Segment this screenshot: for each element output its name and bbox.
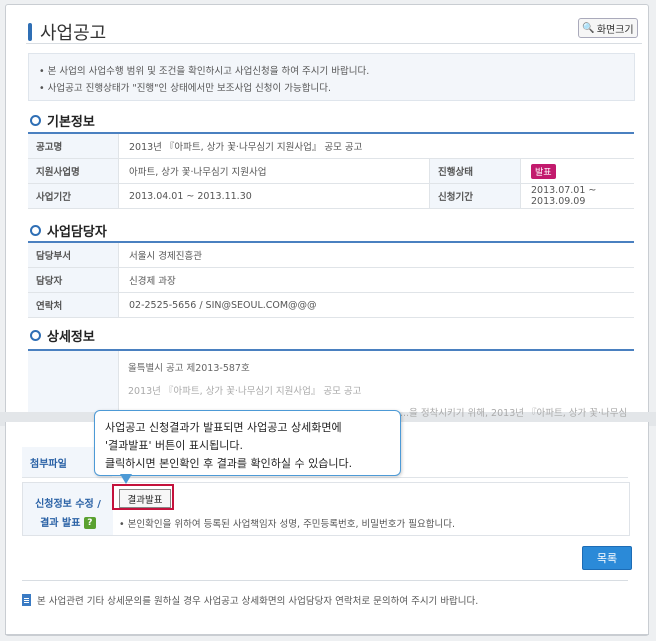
section-circle-icon [30, 330, 41, 341]
section-title-contact: 사업담당자 [30, 221, 107, 240]
notice-line-2: • 사업공고 진행상태가 "진행"인 상태에서만 보조사업 신청이 가능합니다. [39, 83, 331, 94]
detail-line-3: ...을 정착시키기 위해, 2013년 『아파트, 상가 꽃·나무심 [400, 408, 628, 419]
section-circle-icon [30, 115, 41, 126]
table-row: 연락처 02-2525-5656 / SIN@SEOUL.COM@@@ [28, 292, 634, 318]
tooltip-line-1: 사업공고 신청결과가 발표되면 사업공고 상세화면에 [105, 421, 342, 434]
notice-box: • 본 사업의 사업수행 범위 및 조건을 확인하시고 사업신청을 하여 주시기… [28, 53, 635, 101]
detail-line-2: 2013년 『아파트, 상가 꽃·나무심기 지원사업』 공모 공고 [128, 386, 362, 397]
phone-label: 연락처 [28, 292, 119, 318]
tooltip-line-2: '결과발표' 버튼이 표시됩니다. [105, 439, 243, 452]
person-label: 담당자 [28, 267, 119, 293]
period-label: 사업기간 [28, 183, 119, 209]
detail-line-1: 올특별시 공고 제2013-587호 [128, 363, 250, 374]
footer-note: 본 사업관련 기타 상세문의를 원하실 경우 사업공고 상세화면의 사업담당자 … [22, 593, 478, 607]
table-row: 담당자 신경제 과장 [28, 267, 634, 293]
document-icon [22, 594, 31, 606]
page-title-text: 사업공고 [40, 23, 107, 44]
dept-label: 담당부서 [28, 242, 119, 268]
title-mark-icon [28, 23, 32, 41]
table-row: 담당부서 서울시 경제진흥관 [28, 242, 634, 268]
basic-info-table: 공고명 2013년 『아파트, 상가 꽃·나무심기 지원사업』 공모 공고 지원… [28, 132, 634, 209]
period-value: 2013.04.01 ~ 2013.11.30 [118, 183, 430, 209]
apply-period-value: 2013.07.01 ~ 2013.09.09 [520, 183, 634, 209]
result-button[interactable]: 결과발표 [119, 489, 171, 508]
person-value: 신경제 과장 [118, 267, 634, 293]
detail-label-cell [28, 351, 119, 415]
notice-name-label: 공고명 [28, 133, 119, 159]
zoom-button-label: 화면크기 [596, 24, 634, 36]
section-title-detail: 상세정보 [30, 326, 95, 345]
table-row: 지원사업명 아파트, 상가 꽃·나무심기 지원사업 진행상태 발표 [28, 158, 634, 184]
contact-table: 담당부서 서울시 경제진흥관 담당자 신경제 과장 연락처 02-2525-56… [28, 241, 634, 318]
project-value: 아파트, 상가 꽃·나무심기 지원사업 [118, 158, 430, 184]
zoom-button[interactable]: 🔍 화면크기 [578, 18, 638, 38]
tooltip-arrow [120, 474, 132, 484]
apply-label-line1: 신청정보 수정 / [35, 499, 101, 510]
footer-note-text: 본 사업관련 기타 상세문의를 원하실 경우 사업공고 상세화면의 사업담당자 … [37, 596, 479, 607]
magnifier-icon: 🔍 [582, 22, 595, 34]
table-row: 사업기간 2013.04.01 ~ 2013.11.30 신청기간 2013.0… [28, 183, 634, 209]
notice-line-1: • 본 사업의 사업수행 범위 및 조건을 확인하시고 사업신청을 하여 주시기… [39, 66, 370, 77]
status-badge: 발표 [531, 163, 556, 179]
result-tooltip: 사업공고 신청결과가 발표되면 사업공고 상세화면에 '결과발표' 버튼이 표시… [94, 410, 401, 476]
project-label: 지원사업명 [28, 158, 119, 184]
footer-divider [22, 580, 628, 581]
apply-label: 신청정보 수정 / 결과 발표 ? [23, 483, 113, 535]
notice-name-value: 2013년 『아파트, 상가 꽃·나무심기 지원사업』 공모 공고 [118, 133, 634, 159]
apply-note: • 본인확인을 위하여 등록된 사업책임자 성명, 주민등록번호, 비밀번호가 … [119, 519, 455, 530]
apply-label-line2: 결과 발표 ? [23, 514, 113, 529]
list-button[interactable]: 목록 [582, 546, 632, 570]
tooltip-line-3: 클릭하시면 본인확인 후 결과를 확인하실 수 있습니다. [105, 457, 353, 470]
phone-value: 02-2525-5656 / SIN@SEOUL.COM@@@ [118, 292, 634, 318]
table-row: 공고명 2013년 『아파트, 상가 꽃·나무심기 지원사업』 공모 공고 [28, 133, 634, 159]
help-icon[interactable]: ? [83, 517, 96, 529]
dept-value: 서울시 경제진흥관 [118, 242, 634, 268]
apply-row: 신청정보 수정 / 결과 발표 ? 결과발표 • 본인확인을 위하여 등록된 사… [22, 482, 630, 536]
apply-period-label: 신청기간 [429, 183, 521, 209]
section-title-basic: 기본정보 [30, 111, 95, 130]
title-divider [26, 43, 642, 44]
status-label: 진행상태 [429, 158, 521, 184]
section-circle-icon [30, 225, 41, 236]
page-title: 사업공고 [28, 19, 106, 45]
